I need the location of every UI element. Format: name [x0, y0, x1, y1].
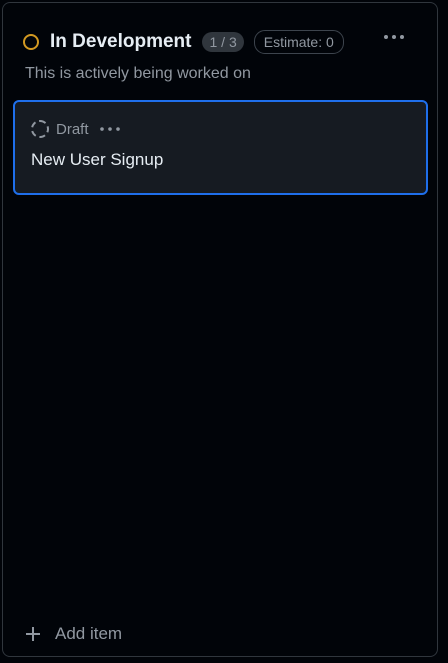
kebab-horizontal-icon — [384, 35, 404, 39]
column-description: This is actively being worked on — [25, 65, 251, 82]
draft-issue-icon — [31, 120, 49, 138]
add-item-button[interactable]: Add item — [25, 622, 122, 646]
card-title[interactable]: New User Signup — [31, 150, 163, 170]
item-count-badge: 1 / 3 — [202, 32, 244, 52]
column-header: In Development 1 / 3 Estimate: 0 — [23, 28, 417, 56]
card-menu-button[interactable] — [99, 122, 121, 136]
estimate-badge: Estimate: 0 — [253, 30, 344, 54]
item-card[interactable]: Draft New User Signup — [13, 100, 428, 195]
kebab-horizontal-icon — [99, 127, 120, 131]
plus-icon — [26, 627, 40, 641]
status-circle-icon — [23, 34, 39, 50]
board-column: In Development 1 / 3 Estimate: 0 This is… — [2, 2, 438, 657]
column-title: In Development — [50, 31, 192, 52]
column-menu-button[interactable] — [383, 29, 405, 47]
card-meta: Draft — [31, 119, 121, 139]
add-item-label: Add item — [55, 624, 123, 643]
card-status-label: Draft — [56, 120, 89, 138]
